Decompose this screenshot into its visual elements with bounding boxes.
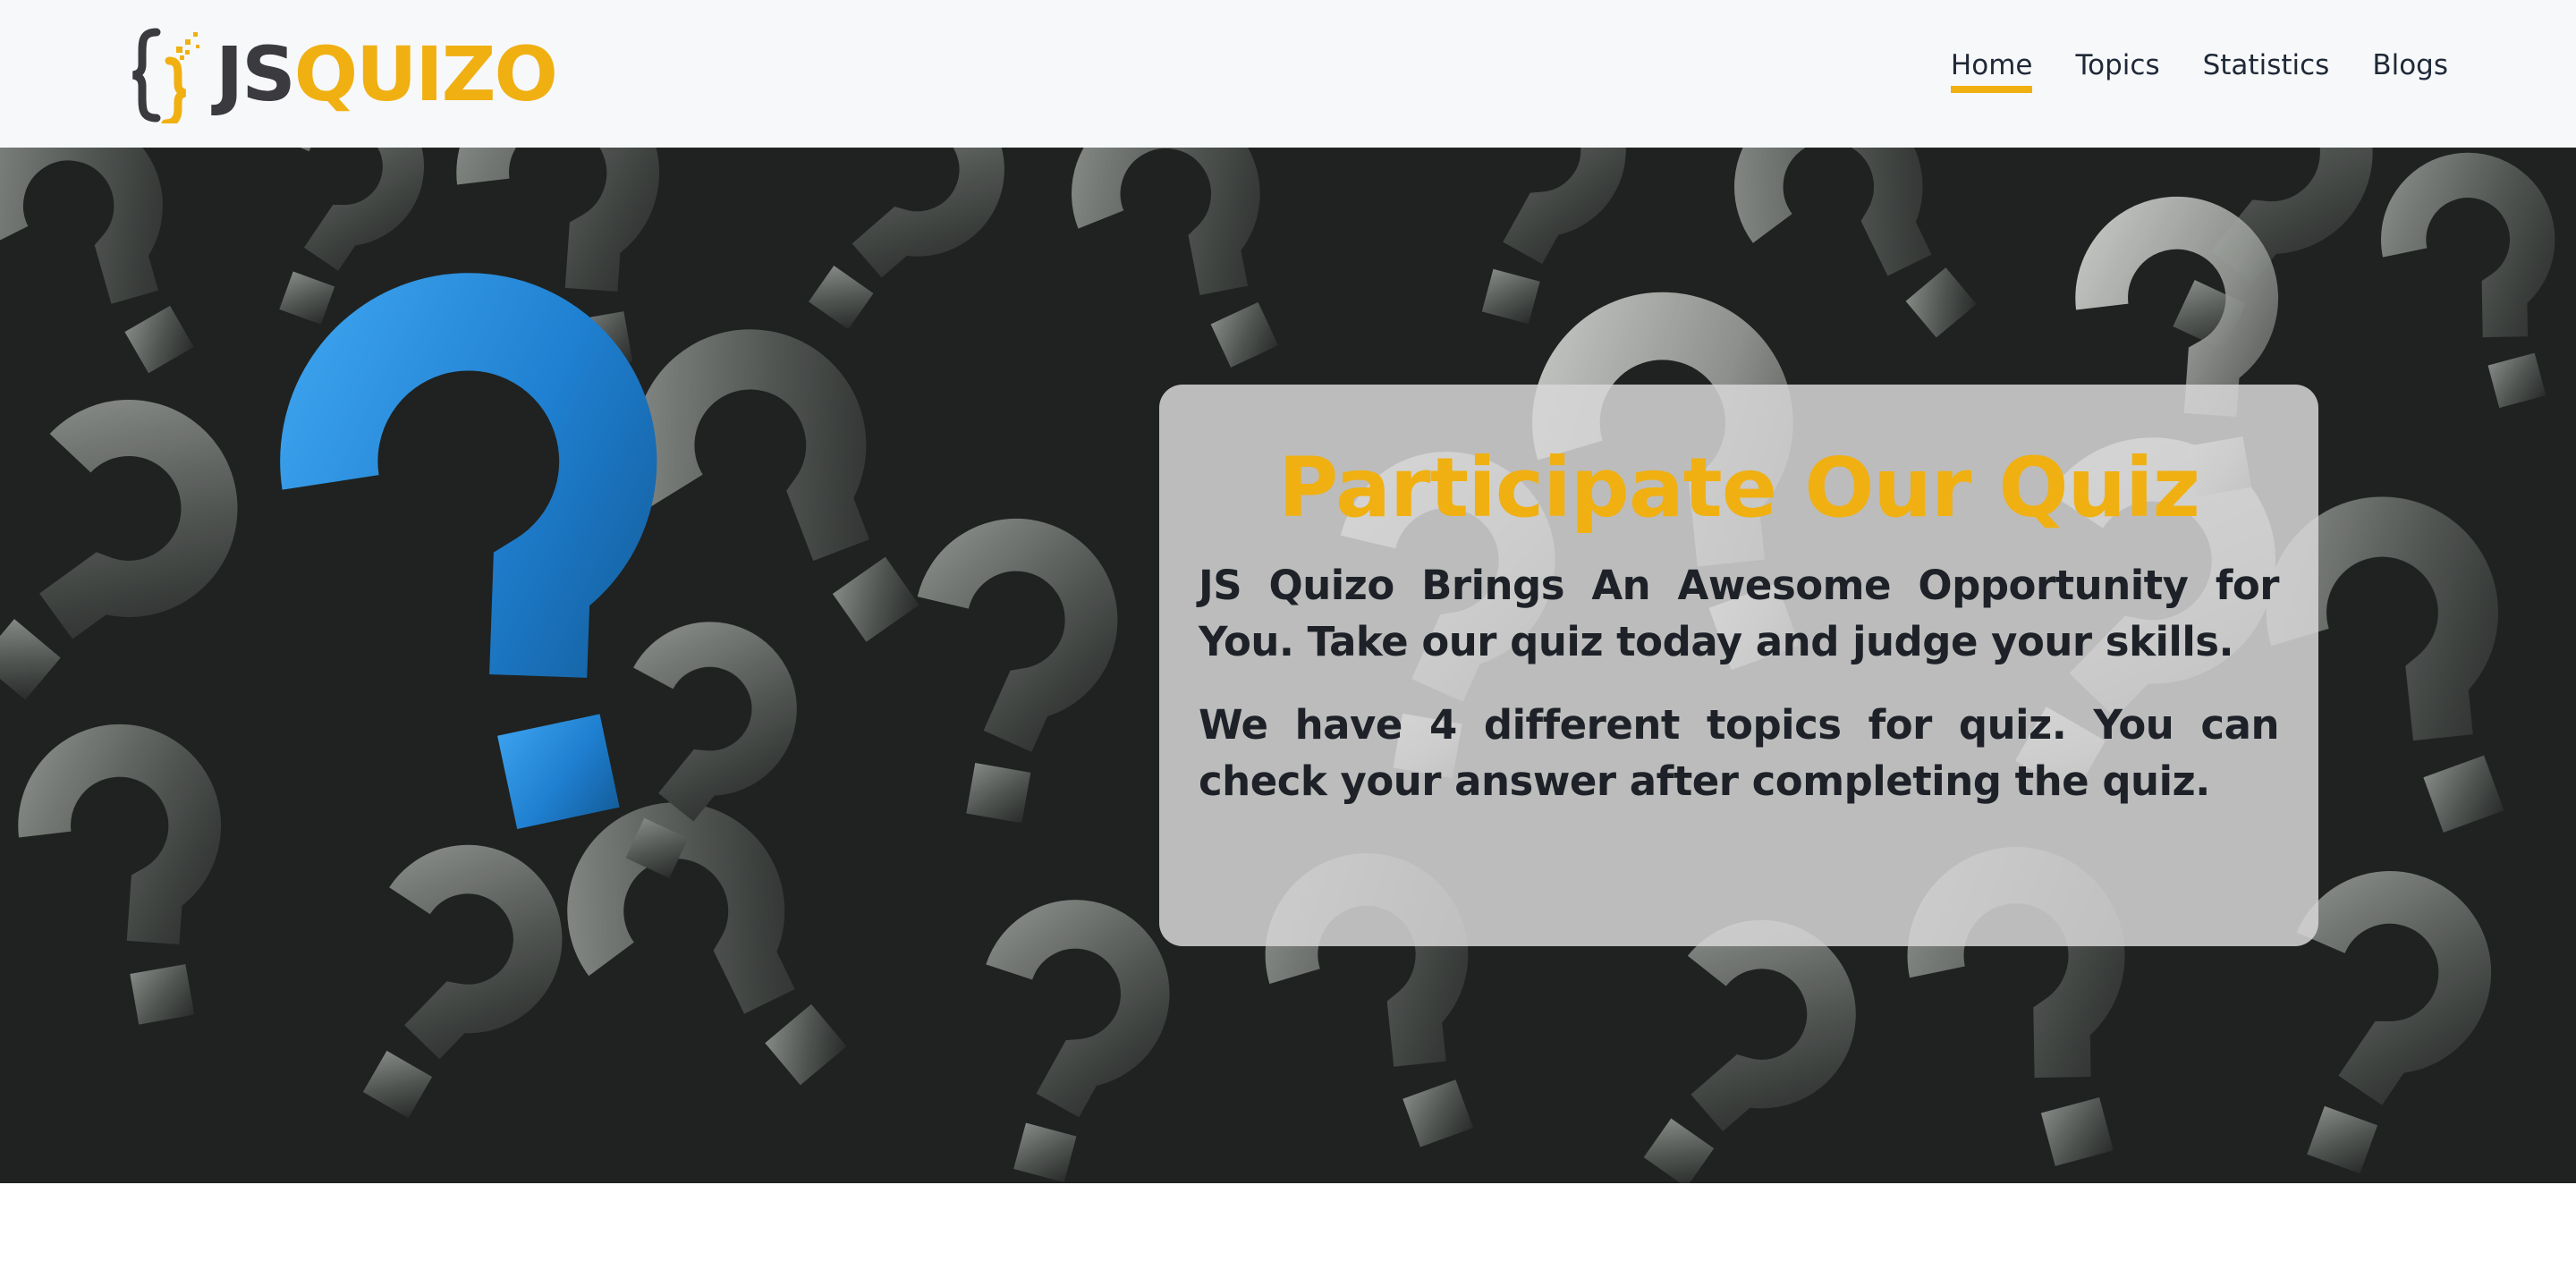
main-nav: Home Topics Statistics Blogs: [1950, 50, 2448, 94]
nav-statistics-link[interactable]: Statistics: [2203, 50, 2330, 93]
curly-braces-logo-icon: [132, 28, 199, 123]
brand-suffix: QUIZO: [293, 30, 558, 118]
hero-intro-text: JS Quizo Brings An Awesome Opportunity f…: [1199, 562, 2280, 666]
brand-prefix: JS: [216, 30, 296, 118]
page-bottom-area: [0, 1183, 2576, 1261]
hero-title: Participate Our Quiz: [1277, 440, 2200, 536]
hero-card: Participate Our Quiz JS Quizo Brings An …: [1159, 385, 2318, 946]
navbar: JSQUIZO Home Topics Statistics Blogs: [0, 0, 2576, 148]
nav-home-link[interactable]: Home: [1950, 50, 2032, 94]
brand-name: JSQUIZO: [216, 37, 558, 112]
nav-topics-link[interactable]: Topics: [2075, 50, 2159, 93]
hero-topics-text: We have 4 different topics for quiz. You…: [1199, 701, 2280, 806]
brand-logo[interactable]: JSQUIZO: [130, 25, 558, 123]
nav-blogs-link[interactable]: Blogs: [2372, 50, 2448, 93]
hero-section: Participate Our Quiz JS Quizo Brings An …: [0, 148, 2576, 1183]
